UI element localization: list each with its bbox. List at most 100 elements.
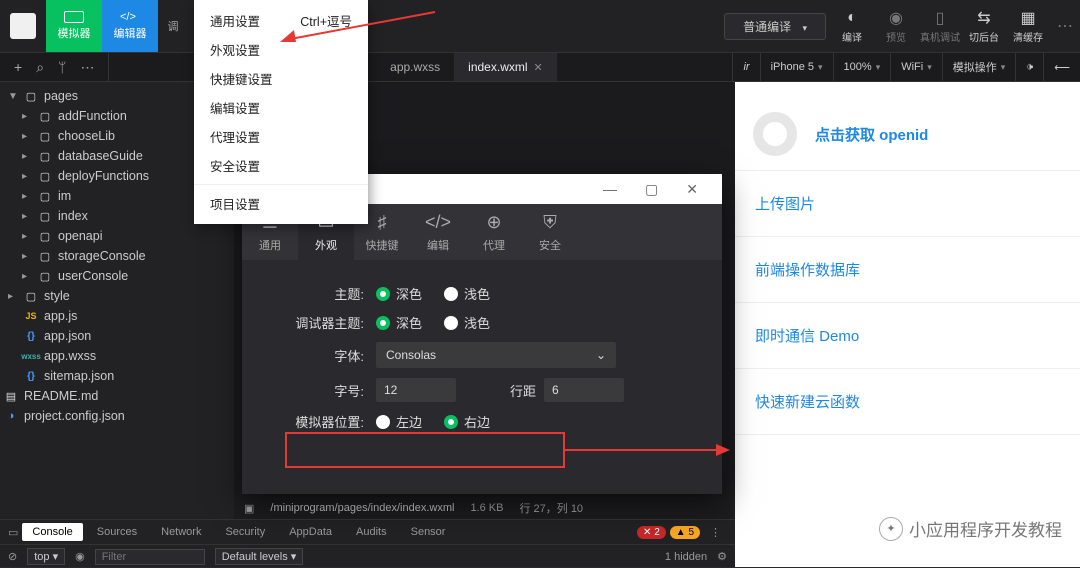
file-project-config[interactable]: project.config.json [0,406,234,426]
trash-icon: ▦ [1019,9,1037,27]
simulator-button[interactable]: 模拟器 [46,0,102,52]
file-sitemap-json[interactable]: sitemap.json [0,366,234,386]
menu-general-settings[interactable]: 通用设置Ctrl+逗号 [194,6,368,35]
menu-edit-settings[interactable]: 编辑设置 [194,93,368,122]
dlg-tab-security[interactable]: ⛨安全 [522,204,578,260]
error-badge[interactable]: ✕ 2 [637,526,666,539]
folder-openapi[interactable]: ▸openapi [0,226,234,246]
folder-userconsole[interactable]: ▸userConsole [0,266,234,286]
levels-value: Default levels [222,551,288,563]
close-button[interactable]: ✕ [672,181,712,198]
pv-frontend-db[interactable]: 前端操作数据库 [735,237,1080,303]
lineheight-input[interactable]: 6 [544,378,624,402]
menu-shortcut-settings[interactable]: 快捷键设置 [194,64,368,93]
save-icon[interactable]: ▣ [244,502,254,515]
tab-app-wxss[interactable]: app.wxss [376,53,454,81]
wxss-icon [24,350,38,362]
minimize-button[interactable]: — [589,181,631,197]
close-icon[interactable]: ✕ [534,61,543,74]
device-select[interactable]: iPhone 5▾ [760,53,833,81]
more-button[interactable]: ⋯ [1050,0,1080,52]
caret-icon: ▸ [22,131,32,142]
menu-appearance-settings[interactable]: 外观设置 [194,35,368,64]
radio-icon [444,316,458,330]
pv-upload-image[interactable]: 上传图片 [735,171,1080,237]
file-app-json[interactable]: app.json [0,326,234,346]
clear-icon[interactable]: ⊘ [8,550,17,563]
dt-audits[interactable]: Audits [346,523,397,541]
remote-debug-button[interactable]: ▯ 真机调试 [918,0,962,52]
tab-label: 安全 [539,237,561,253]
font-select[interactable]: Consolas⌄ [376,342,616,368]
debugger-dark-radio[interactable]: 深色 [376,313,422,332]
preview-button[interactable]: ◉ 预览 [874,0,918,52]
filter-input[interactable] [95,549,205,565]
dt-security[interactable]: Security [215,523,275,541]
branch-icon[interactable]: ᛘ [58,59,66,75]
levels-select[interactable]: Default levels ▾ [215,548,304,565]
app-icon [10,13,36,39]
folder-storageconsole[interactable]: ▸ storageConsole [0,246,234,266]
folder-icon [38,190,52,202]
pv-im-demo[interactable]: 即时通信 Demo [735,303,1080,369]
maximize-button[interactable]: ▢ [631,181,672,198]
folder-style[interactable]: ▸style [0,286,234,306]
editor-button[interactable]: </> 编辑器 [102,0,158,52]
warning-badge[interactable]: ▲ 5 [670,526,700,539]
more-icon[interactable]: ⋯ [80,59,94,76]
dt-network[interactable]: Network [151,523,211,541]
compile-mode-select[interactable]: 普通编译 ▾ [724,13,826,40]
theme-light-radio[interactable]: 浅色 [444,284,490,303]
keyboard-icon: ♯ [378,212,387,233]
italic-icon[interactable]: ir [732,53,759,81]
folder-icon [38,270,52,282]
file-app-wxss[interactable]: app.wxss [0,346,234,366]
fontsize-input[interactable]: 12 [376,378,456,402]
warn-icon: ▲ [676,527,686,538]
gear-icon[interactable]: ⚙ [717,550,727,563]
more-icon[interactable]: ⋮ [704,526,727,539]
search-icon[interactable]: ⌕ [36,59,44,76]
file-readme[interactable]: README.md [0,386,234,406]
radio-icon [444,287,458,301]
dt-sensor[interactable]: Sensor [401,523,456,541]
pv-new-cloud-fn[interactable]: 快速新建云函数 [735,369,1080,435]
menu-label: 安全设置 [210,156,260,175]
compile-button[interactable]: ◐ 编译 [830,0,874,52]
lineheight-label: 行距 [486,381,536,400]
network-select[interactable]: WiFi▾ [890,53,942,81]
dt-console[interactable]: Console [22,523,82,541]
file-app-js[interactable]: app.js [0,306,234,326]
theme-dark-radio[interactable]: 深色 [376,284,422,303]
collapse-icon[interactable]: ⟵ [1043,53,1080,81]
link-label: 快速新建云函数 [755,394,860,411]
eye-icon[interactable]: ◉ [75,550,85,563]
menu-proxy-settings[interactable]: 代理设置 [194,122,368,151]
dt-sources[interactable]: Sources [87,523,147,541]
sim-ops-select[interactable]: 模拟操作▾ [942,53,1016,81]
compile-label: 编译 [842,29,862,44]
inspect-icon[interactable]: ▭ [8,526,18,539]
dt-appdata[interactable]: AppData [279,523,342,541]
json-icon [24,370,38,382]
background-button[interactable]: ⇆ 切后台 [962,0,1006,52]
sim-left-radio[interactable]: 左边 [376,412,422,431]
clear-cache-button[interactable]: ▦ 清缓存 [1006,0,1050,52]
debugger-light-radio[interactable]: 浅色 [444,313,490,332]
get-openid-link[interactable]: 点击获取 openid [815,124,928,145]
radio-label: 深色 [396,313,422,332]
dlg-tab-proxy[interactable]: ⊕代理 [466,204,522,260]
new-file-icon[interactable]: + [14,59,22,75]
dlg-tab-edit[interactable]: </>编辑 [410,204,466,260]
folder-label: storageConsole [58,249,146,263]
menu-security-settings[interactable]: 安全设置 [194,151,368,180]
sound-icon[interactable]: 🕩 [1015,53,1043,81]
zoom-select[interactable]: 100%▾ [833,53,891,81]
context-select[interactable]: top ▾ [27,548,65,565]
tab-index-wxml[interactable]: index.wxml✕ [454,53,557,81]
caret-icon: ▸ [22,251,32,262]
debugger-button[interactable]: 调 [158,0,188,52]
sim-right-radio[interactable]: 右边 [444,412,490,431]
menu-project-settings[interactable]: 项目设置 [194,189,368,218]
menu-label: 项目设置 [210,194,260,213]
